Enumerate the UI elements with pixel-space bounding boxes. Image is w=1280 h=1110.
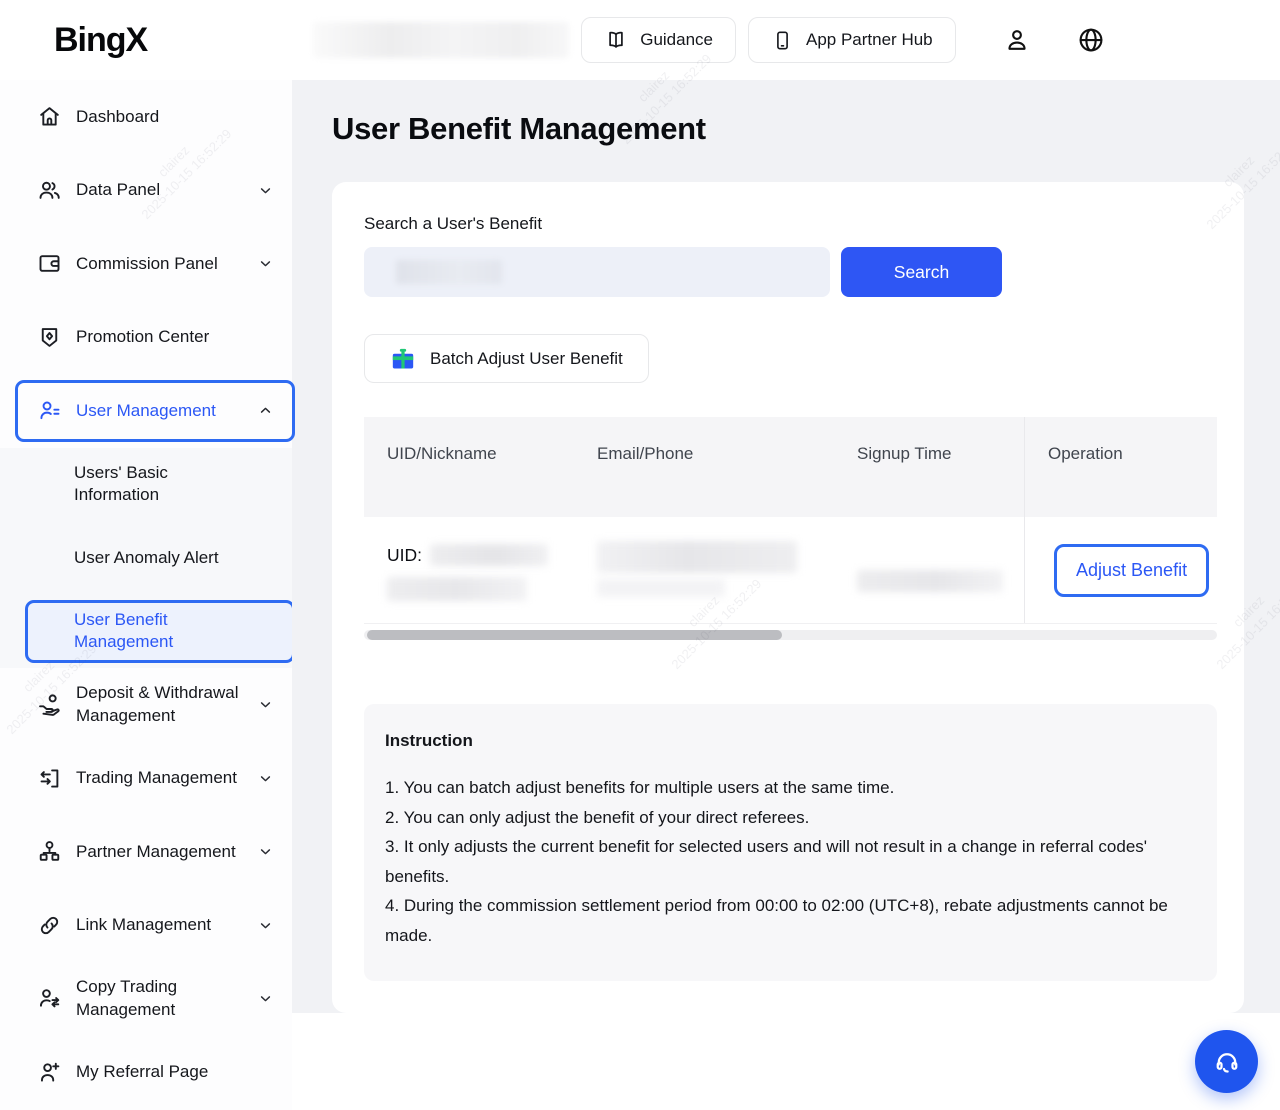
- page-title: User Benefit Management: [332, 80, 1244, 147]
- sidebar-subitem-user-anomaly-alert[interactable]: User Anomaly Alert: [0, 521, 292, 595]
- blurred-email-value: [597, 541, 797, 573]
- blurred-account-text: [313, 22, 569, 58]
- blurred-input-value: [396, 260, 502, 284]
- sidebar-item-deposit-withdrawal-management[interactable]: Deposit & Withdrawal Management: [0, 668, 292, 742]
- user-list-icon: [36, 397, 63, 424]
- sidebar-item-label: Deposit & Withdrawal Management: [76, 682, 242, 727]
- chevron-down-icon: [257, 255, 274, 272]
- batch-adjust-user-benefit-button[interactable]: Batch Adjust User Benefit: [364, 334, 649, 383]
- sidebar-item-label: Link Management: [76, 914, 211, 936]
- sidebar-item-copy-trading-management[interactable]: Copy Trading Management: [0, 962, 292, 1036]
- sidebar-item-label: Data Panel: [76, 179, 160, 201]
- benefit-search-input[interactable]: [364, 247, 830, 297]
- horizontal-scrollbar[interactable]: [364, 630, 1217, 640]
- chevron-down-icon: [257, 843, 274, 860]
- hand-coin-icon: [36, 691, 63, 718]
- blurred-uid-value: [430, 544, 548, 566]
- instruction-list: 1. You can batch adjust benefits for mul…: [385, 773, 1193, 950]
- search-section-label: Search a User's Benefit: [364, 214, 1212, 234]
- sidebar-item-label: Copy Trading Management: [76, 976, 242, 1021]
- badge-icon: [36, 324, 63, 351]
- blurred-signup-time-value: [857, 570, 1003, 592]
- bingx-logo: BingX: [54, 21, 147, 60]
- blurred-phone-value: [597, 579, 725, 597]
- sidebar: Dashboard Data Panel Com: [0, 80, 292, 1110]
- guidance-label: Guidance: [640, 30, 713, 50]
- table-row: UID: Adjust Bene: [364, 517, 1217, 624]
- instruction-item: 3. It only adjusts the current benefit f…: [385, 832, 1193, 891]
- scrollbar-thumb[interactable]: [367, 630, 782, 640]
- instruction-item: 4. During the commission settlement peri…: [385, 891, 1193, 950]
- support-fab-button[interactable]: [1195, 1030, 1258, 1093]
- blurred-nickname-value: [387, 577, 527, 601]
- copy-trade-icon: [36, 985, 63, 1012]
- sidebar-item-user-management[interactable]: User Management: [0, 374, 292, 448]
- sidebar-item-link-management[interactable]: Link Management: [0, 889, 292, 963]
- sidebar-subitem-user-benefit-management[interactable]: User Benefit Management: [0, 595, 292, 669]
- instruction-item: 1. You can batch adjust benefits for mul…: [385, 773, 1193, 803]
- person-plus-icon: [36, 1059, 63, 1086]
- headset-icon: [1212, 1047, 1242, 1077]
- search-button[interactable]: Search: [841, 247, 1002, 297]
- sidebar-subitem-users-basic-information[interactable]: Users' Basic Information: [0, 448, 292, 522]
- sidebar-item-trading-management[interactable]: Trading Management: [0, 742, 292, 816]
- chevron-down-icon: [257, 770, 274, 787]
- chevron-down-icon: [257, 696, 274, 713]
- col-header-uid-nickname: UID/Nickname: [364, 417, 574, 517]
- sidebar-item-label: Partner Management: [76, 841, 236, 863]
- sidebar-item-label: Dashboard: [76, 106, 159, 128]
- wallet-icon: [36, 250, 63, 277]
- sidebar-item-label: Trading Management: [76, 767, 237, 789]
- uid-label: UID:: [387, 545, 422, 566]
- benefit-table: UID/Nickname Email/Phone Signup Time Ope…: [364, 417, 1217, 640]
- phone-icon: [771, 29, 794, 52]
- chevron-down-icon: [257, 182, 274, 199]
- sidebar-item-dashboard[interactable]: Dashboard: [0, 80, 292, 154]
- adjust-benefit-button[interactable]: Adjust Benefit: [1054, 544, 1209, 597]
- chevron-up-icon: [257, 402, 274, 419]
- col-header-signup-time: Signup Time: [834, 417, 1024, 517]
- sidebar-item-my-referral-page[interactable]: My Referral Page: [0, 1036, 292, 1110]
- sidebar-item-data-panel[interactable]: Data Panel: [0, 154, 292, 228]
- link-icon: [36, 912, 63, 939]
- app-partner-hub-button[interactable]: App Partner Hub: [748, 17, 956, 63]
- subitem-label: User Benefit Management: [74, 609, 240, 654]
- sidebar-item-promotion-center[interactable]: Promotion Center: [0, 301, 292, 375]
- main-content: User Benefit Management Search a User's …: [292, 80, 1280, 1110]
- guidance-button[interactable]: Guidance: [581, 17, 736, 63]
- subitem-label: User Anomaly Alert: [74, 547, 219, 569]
- batch-button-label: Batch Adjust User Benefit: [430, 349, 623, 369]
- sidebar-item-label: My Referral Page: [76, 1061, 208, 1083]
- col-header-email-phone: Email/Phone: [574, 417, 834, 517]
- chevron-down-icon: [257, 917, 274, 934]
- instruction-item: 2. You can only adjust the benefit of yo…: [385, 803, 1193, 833]
- book-icon: [604, 28, 628, 52]
- instruction-title: Instruction: [385, 731, 1193, 751]
- account-icon[interactable]: [1002, 25, 1032, 55]
- sidebar-item-label: Promotion Center: [76, 326, 209, 348]
- top-header: BingX Guidance App Partner Hub: [0, 0, 1280, 80]
- chevron-down-icon: [257, 990, 274, 1007]
- sidebar-item-commission-panel[interactable]: Commission Panel: [0, 227, 292, 301]
- sidebar-item-partner-management[interactable]: Partner Management: [0, 815, 292, 889]
- subitem-label: Users' Basic Information: [74, 462, 240, 507]
- app-partner-hub-label: App Partner Hub: [806, 30, 933, 50]
- table-header-row: UID/Nickname Email/Phone Signup Time Ope…: [364, 417, 1217, 517]
- benefit-card: Search a User's Benefit Search: [332, 182, 1244, 1013]
- swap-arrows-icon: [36, 765, 63, 792]
- sidebar-item-label: User Management: [76, 400, 216, 422]
- org-chart-icon: [36, 838, 63, 865]
- gift-icon: [390, 346, 416, 372]
- instruction-panel: Instruction 1. You can batch adjust bene…: [364, 704, 1217, 981]
- home-icon: [36, 103, 63, 130]
- users-icon: [36, 177, 63, 204]
- user-management-submenu: Users' Basic Information User Anomaly Al…: [0, 448, 292, 669]
- language-globe-icon[interactable]: [1076, 25, 1106, 55]
- sidebar-item-label: Commission Panel: [76, 253, 218, 275]
- col-header-operation: Operation: [1024, 417, 1217, 517]
